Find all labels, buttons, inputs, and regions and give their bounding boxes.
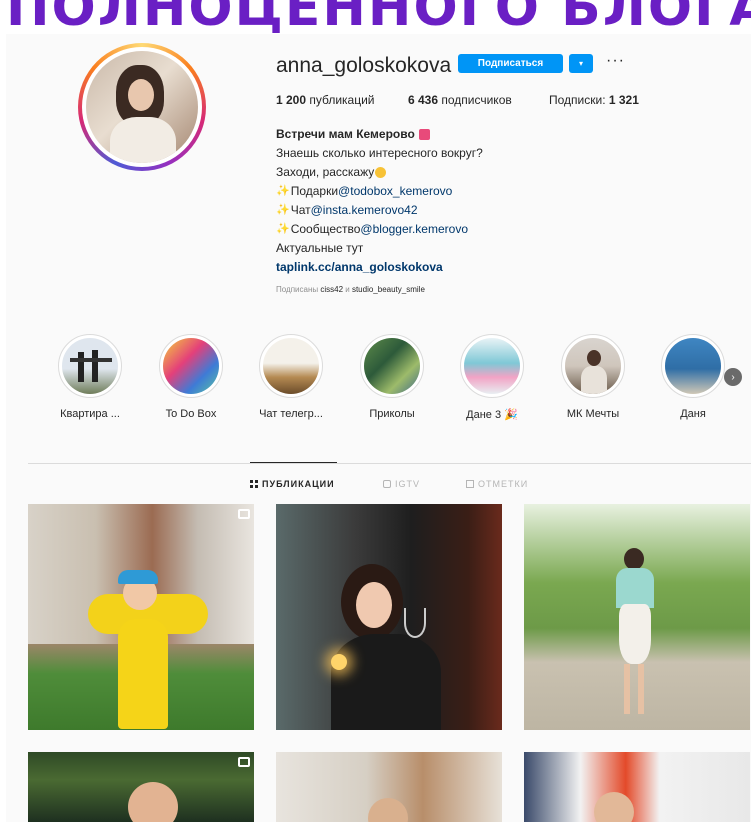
photo-emoji-icon <box>418 129 430 140</box>
bio-line: Знаешь сколько интересного вокруг? <box>276 146 483 160</box>
carousel-icon <box>238 757 250 767</box>
story-highlight[interactable]: Даня <box>661 334 725 420</box>
bio-line: Актуальные тут <box>276 241 364 255</box>
banner-title: ПОЛНОЦЕННОГО БЛОГА <box>0 0 751 34</box>
post-thumbnail[interactable] <box>524 752 750 822</box>
highlight-label: Даня <box>680 408 706 420</box>
post-thumbnail[interactable] <box>276 504 502 730</box>
post-thumbnail[interactable] <box>28 752 254 822</box>
profile-page: anna_goloskokova Подписаться ▾ ··· 1 200… <box>6 34 751 822</box>
chat-account-link[interactable]: @insta.kemerovo42 <box>311 201 418 220</box>
highlight-label: Дане 3 🎉 <box>466 409 518 421</box>
tab-posts[interactable]: ПУБЛИКАЦИИ <box>250 479 335 489</box>
smile-emoji-icon <box>375 167 387 178</box>
posts-count: 1 200 публикаций <box>276 93 375 107</box>
post-thumbnail[interactable] <box>276 752 502 822</box>
story-highlight[interactable]: Квартира ... <box>58 334 122 420</box>
more-options-icon[interactable]: ··· <box>606 52 625 70</box>
community-account-link[interactable]: @blogger.kemerovo <box>360 220 468 239</box>
tabs-divider <box>28 463 751 464</box>
highlight-label: Приколы <box>369 408 415 420</box>
story-highlight[interactable]: To Do Box <box>159 334 223 420</box>
tab-igtv[interactable]: IGTV <box>383 479 420 489</box>
profile-full-name: Встречи мам Кемерово <box>276 127 415 141</box>
sparkles-icon: ✨ <box>276 185 290 197</box>
website-link[interactable]: taplink.cc/anna_goloskokova <box>276 258 443 277</box>
profile-avatar[interactable] <box>78 43 206 171</box>
highlights-next-button[interactable]: › <box>724 368 742 386</box>
followed-by[interactable]: Подписаны ciss42 и studio_beauty_smile <box>276 285 425 294</box>
profile-username: anna_goloskokova <box>276 54 452 77</box>
bio-line: Заходи, расскажу <box>276 165 375 179</box>
grid-icon <box>250 480 258 488</box>
following-count[interactable]: Подписки: 1 321 <box>549 93 639 107</box>
post-thumbnail[interactable] <box>28 504 254 730</box>
highlight-label: Квартира ... <box>60 408 120 420</box>
avatar-photo <box>86 51 198 163</box>
highlight-label: To Do Box <box>165 408 217 420</box>
banner-text: ПОЛНОЦЕННОГО БЛОГА <box>6 0 751 34</box>
igtv-icon <box>383 480 391 488</box>
chevron-right-icon: › <box>731 371 735 383</box>
follow-button[interactable]: Подписаться <box>458 54 563 73</box>
sparkles-icon: ✨ <box>276 204 290 216</box>
active-tab-indicator <box>250 462 337 463</box>
gifts-account-link[interactable]: @todobox_kemerovo <box>338 182 452 201</box>
carousel-icon <box>238 509 250 519</box>
story-highlight[interactable]: Приколы <box>360 334 424 420</box>
followers-count[interactable]: 6 436 подписчиков <box>408 93 512 107</box>
highlight-label: Чат телегр... <box>259 408 323 420</box>
tag-icon <box>466 480 474 488</box>
chevron-down-icon: ▾ <box>578 59 583 68</box>
story-highlight[interactable]: Чат телегр... <box>259 334 323 420</box>
profile-bio: Встречи мам Кемерово Знаешь сколько инте… <box>276 125 596 277</box>
sparkles-icon: ✨ <box>276 223 290 235</box>
suggestions-dropdown-button[interactable]: ▾ <box>569 54 593 73</box>
tab-tagged[interactable]: ОТМЕТКИ <box>466 479 528 489</box>
post-thumbnail[interactable] <box>524 504 750 730</box>
story-highlight[interactable]: МК Мечты <box>561 334 625 420</box>
story-highlight[interactable]: Дане 3 🎉 <box>460 334 524 421</box>
highlight-label: МК Мечты <box>566 408 620 420</box>
